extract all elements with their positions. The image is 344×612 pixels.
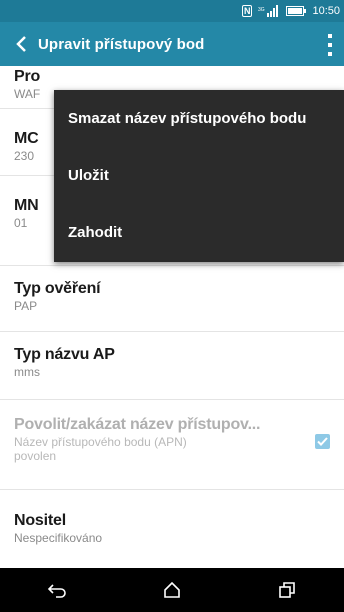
recents-icon [278,582,295,598]
list-item-auth-type[interactable]: Typ ověření PAP [0,266,344,332]
menu-item-delete-apn[interactable]: Smazat název přístupového bodu [54,90,344,147]
item-title: Povolit/zakázat název přístupov... [14,416,261,433]
overflow-dot [328,34,332,38]
item-title: Typ názvu AP [14,346,115,363]
checkmark-icon [317,437,328,446]
overflow-menu-button[interactable] [326,34,334,56]
menu-item-save[interactable]: Uložit [54,147,344,204]
item-title: Nositel [14,512,66,529]
menu-item-discard[interactable]: Zahodit [54,204,344,261]
svg-text:3G: 3G [258,7,265,13]
item-title: Typ ověření [14,280,101,297]
apn-enabled-checkbox[interactable] [315,434,330,449]
item-summary: povolen [14,449,57,463]
nav-recents-button[interactable] [267,570,307,610]
item-summary: Nespecifikováno [14,531,103,545]
list-item-apn-type[interactable]: Typ názvu AP mms [0,332,344,400]
clock: 10:50 [312,5,340,17]
page-title: Upravit přístupový bod [38,35,205,53]
chevron-left-icon [16,36,26,52]
item-summary: Název přístupového bodu (APN) [14,435,187,449]
overflow-dot [328,52,332,56]
back-arrow-icon [48,584,67,598]
navigation-bar [0,568,344,612]
nfc-icon: N [241,5,253,17]
battery-icon [286,6,307,16]
item-summary: PAP [14,299,38,313]
list-item-bearer[interactable]: Nositel Nespecifikováno [0,490,344,568]
list-item-apn-enable[interactable]: Povolit/zakázat název přístupov... Název… [0,400,344,490]
nav-home-button[interactable] [152,570,192,610]
back-button[interactable] [8,29,34,59]
signal-icon: 3G [258,5,280,17]
item-title: Pro [14,68,41,85]
nav-back-button[interactable] [37,570,77,610]
home-icon [164,581,180,598]
overflow-dot [328,43,332,47]
status-bar: N 3G 10:50 [0,0,344,22]
item-summary: mms [14,365,40,379]
action-bar: Upravit přístupový bod [0,22,344,66]
overflow-popup-menu: Smazat název přístupového bodu Uložit Za… [54,90,344,262]
